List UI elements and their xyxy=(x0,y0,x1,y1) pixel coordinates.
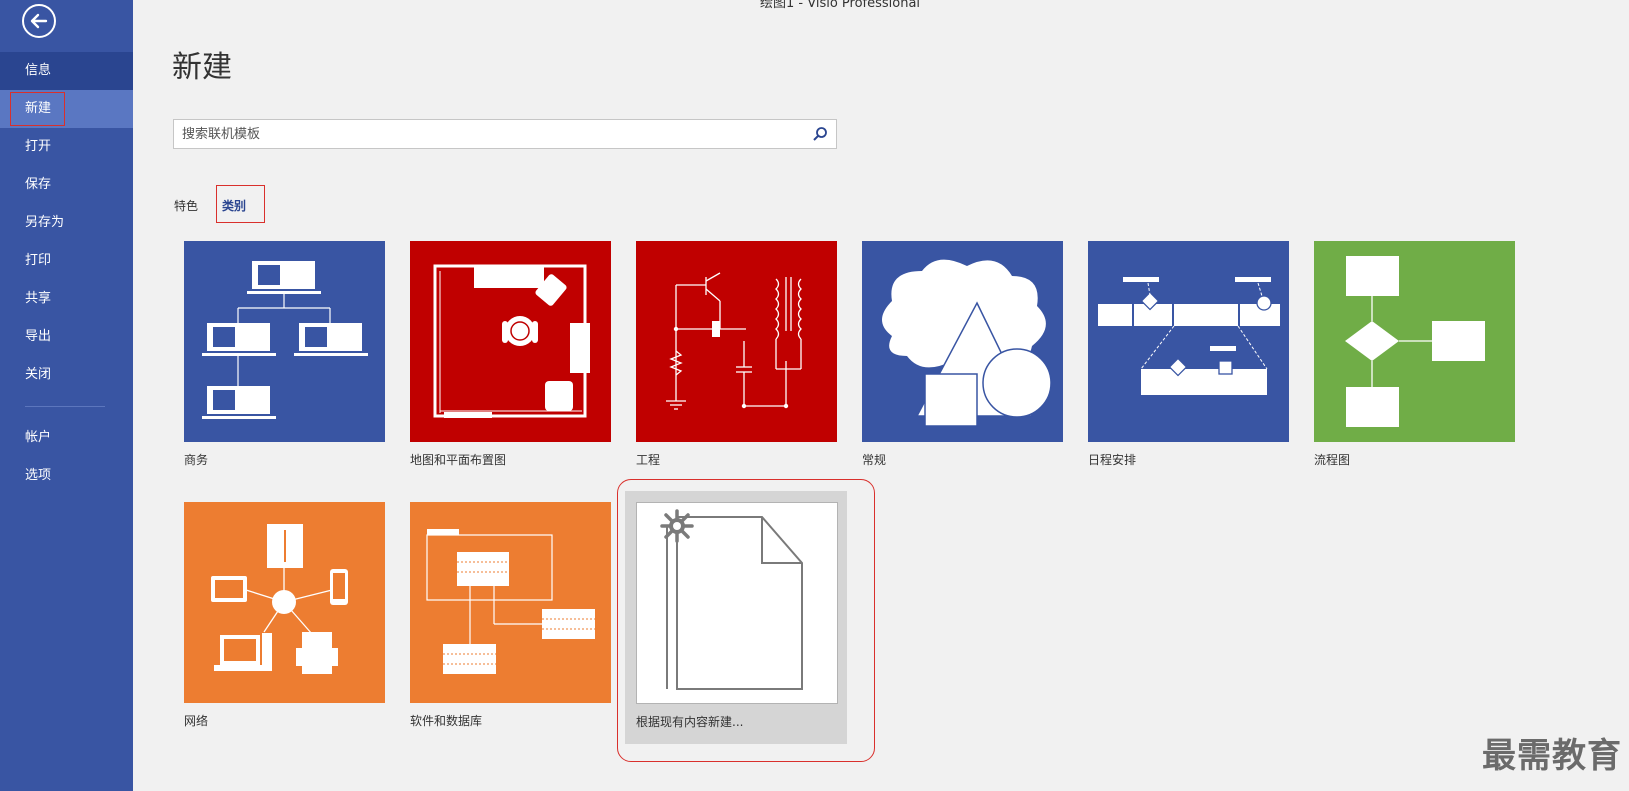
template-maps-floor-plans[interactable]: 地图和平面布置图 xyxy=(410,241,611,468)
template-label: 工程 xyxy=(636,453,661,467)
template-label: 软件和数据库 xyxy=(410,714,483,728)
sidebar-item-close[interactable]: 关闭 xyxy=(0,356,133,394)
sidebar-item-label: 导出 xyxy=(25,329,52,344)
template-label: 网络 xyxy=(184,714,209,728)
window-title: 绘图1 - Visio Professional xyxy=(760,0,921,11)
template-label: 流程图 xyxy=(1314,453,1351,467)
template-flowchart[interactable]: 流程图 xyxy=(1314,241,1515,468)
template-engineering[interactable]: 工程 xyxy=(636,241,837,468)
template-schedule[interactable]: 日程安排 xyxy=(1088,241,1289,468)
tab-featured[interactable]: 特色 xyxy=(174,197,198,214)
back-button[interactable] xyxy=(22,4,56,38)
template-thumbnail xyxy=(636,241,837,442)
template-software-database[interactable]: 软件和数据库 xyxy=(410,502,611,729)
sidebar-item-open[interactable]: 打开 xyxy=(0,128,133,166)
template-thumbnail xyxy=(184,241,385,442)
template-thumbnail xyxy=(862,241,1063,442)
floor-plan-icon xyxy=(433,264,590,418)
highlight-box xyxy=(617,479,875,762)
template-label: 常规 xyxy=(862,453,887,467)
template-general[interactable]: 常规 xyxy=(862,241,1063,468)
sidebar-item-info[interactable]: 信息 xyxy=(0,52,133,90)
sidebar-item-new[interactable]: 新建 xyxy=(0,90,133,128)
template-thumbnail xyxy=(1314,241,1515,442)
sidebar-item-label: 保存 xyxy=(25,177,52,192)
sidebar-item-share[interactable]: 共享 xyxy=(0,280,133,318)
arrow-left-icon xyxy=(30,13,48,29)
sidebar-item-label: 帐户 xyxy=(25,430,52,445)
timeline-icon xyxy=(1098,277,1280,395)
sidebar-item-label: 关闭 xyxy=(25,367,52,382)
sidebar-nav: 信息 新建 打开 保存 另存为 打印 共享 导出 关闭 帐户 选项 xyxy=(0,52,133,495)
basic-shapes-icon xyxy=(882,259,1052,427)
backstage-sidebar: 信息 新建 打开 保存 另存为 打印 共享 导出 关闭 帐户 选项 xyxy=(0,0,133,791)
sidebar-item-save-as[interactable]: 另存为 xyxy=(0,204,133,242)
database-diagram-icon xyxy=(426,529,595,674)
watermark-logo: 最需教育 xyxy=(1482,736,1622,776)
highlight-box xyxy=(216,185,265,223)
page-title: 新建 xyxy=(172,50,232,85)
template-business[interactable]: 商务 xyxy=(184,241,385,468)
template-thumbnail xyxy=(410,502,611,703)
template-search-input[interactable] xyxy=(174,120,794,148)
template-label: 商务 xyxy=(184,453,209,467)
circuit-icon xyxy=(666,272,802,410)
sidebar-item-label: 另存为 xyxy=(25,215,65,230)
sidebar-item-save[interactable]: 保存 xyxy=(0,166,133,204)
sidebar-item-label: 信息 xyxy=(25,63,52,78)
sidebar-item-print[interactable]: 打印 xyxy=(0,242,133,280)
template-thumbnail xyxy=(1088,241,1289,442)
template-network[interactable]: 网络 xyxy=(184,502,385,729)
sidebar-item-label: 选项 xyxy=(25,468,52,483)
sidebar-item-account[interactable]: 帐户 xyxy=(0,419,133,457)
sidebar-item-label: 打开 xyxy=(25,139,52,154)
template-search-box xyxy=(173,119,837,149)
highlight-box xyxy=(10,92,65,126)
template-label: 地图和平面布置图 xyxy=(410,453,507,467)
template-thumbnail xyxy=(184,502,385,703)
flowchart-icon xyxy=(1345,256,1485,427)
sidebar-item-export[interactable]: 导出 xyxy=(0,318,133,356)
template-label: 日程安排 xyxy=(1088,453,1137,467)
sidebar-item-label: 共享 xyxy=(25,291,52,306)
search-icon[interactable] xyxy=(812,126,828,142)
template-thumbnail xyxy=(410,241,611,442)
network-icon xyxy=(211,524,348,674)
sidebar-divider xyxy=(25,406,105,407)
sidebar-item-options[interactable]: 选项 xyxy=(0,457,133,495)
org-chart-icon xyxy=(202,261,368,419)
sidebar-item-label: 打印 xyxy=(25,253,52,268)
